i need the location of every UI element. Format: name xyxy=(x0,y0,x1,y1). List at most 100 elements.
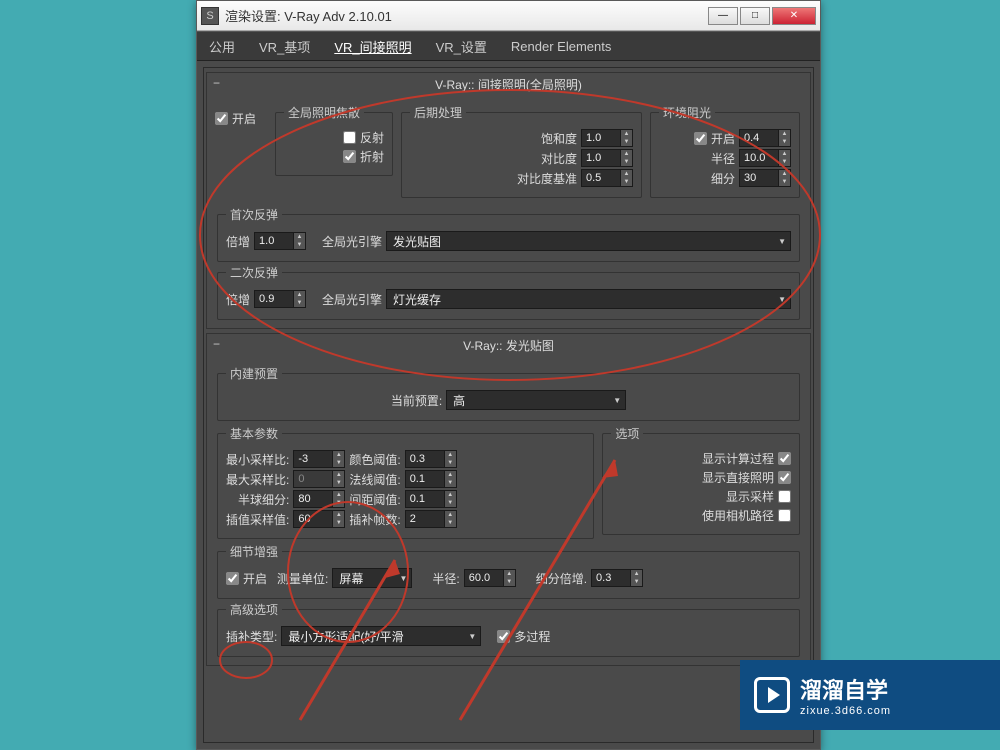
group-secondary: 二次反弹 倍增 0.9▲▼ 全局光引擎 灯光缓存 xyxy=(217,264,800,320)
caustics-reflect-checkbox[interactable] xyxy=(343,131,356,144)
caustics-refract-checkbox[interactable] xyxy=(343,150,356,163)
group-ao: 环境阻光 开启 0.4▲▼ 半径 10.0▲▼ 细分 xyxy=(650,104,800,198)
nrm-label: 法线阈值: xyxy=(349,471,400,488)
hsph-spinner[interactable]: 80▲▼ xyxy=(293,490,345,508)
detail-on-checkbox[interactable] xyxy=(226,572,239,585)
minimize-button[interactable]: — xyxy=(708,7,738,25)
primary-engine-dropdown[interactable]: 发光贴图 xyxy=(386,231,791,251)
clr-spinner[interactable]: 0.3▲▼ xyxy=(405,450,457,468)
ao-subdiv-row: 细分 30▲▼ xyxy=(659,169,791,187)
post-sat-value[interactable]: 1.0 xyxy=(581,129,621,147)
titlebar: S 渲染设置: V-Ray Adv 2.10.01 — □ ✕ xyxy=(197,1,820,31)
gi-enable-checkbox[interactable] xyxy=(215,112,228,125)
post-contrast-spinner[interactable]: 1.0▲▼ xyxy=(581,149,633,167)
nrm-value[interactable]: 0.1 xyxy=(405,470,445,488)
primary-engine-label: 全局光引擎 xyxy=(322,233,382,250)
group-options: 选项 显示计算过程 显示直接照明 显示采样 使用相机路径 xyxy=(602,425,800,535)
show-direct-checkbox[interactable] xyxy=(778,471,791,484)
scroll-area[interactable]: V-Ray:: 间接照明(全局照明) 开启 全局照明焦散 xyxy=(203,67,814,743)
tab-renderelem[interactable]: Render Elements xyxy=(507,35,615,58)
frames-value[interactable]: 2 xyxy=(405,510,445,528)
caustics-refract-row[interactable]: 折射 xyxy=(284,148,384,165)
group-caustics-legend: 全局照明焦散 xyxy=(284,104,364,121)
preset-dropdown[interactable]: 高 xyxy=(446,390,626,410)
ao-on-checkbox[interactable] xyxy=(694,132,707,145)
play-icon xyxy=(754,677,790,713)
detail-unit-dropdown[interactable]: 屏幕 xyxy=(332,568,412,588)
detail-subdiv-value[interactable]: 0.3 xyxy=(591,569,631,587)
interp-spinner[interactable]: 60▲▼ xyxy=(293,510,345,528)
tab-vrindirect[interactable]: VR_间接照明 xyxy=(330,33,415,60)
use-camera-checkbox[interactable] xyxy=(778,509,791,522)
rollout-irrmap-header[interactable]: V-Ray:: 发光贴图 xyxy=(207,334,810,357)
group-secondary-legend: 二次反弹 xyxy=(226,264,282,281)
close-button[interactable]: ✕ xyxy=(772,7,816,25)
detail-radius-spinner[interactable]: 60.0▲▼ xyxy=(464,569,516,587)
maximize-button[interactable]: □ xyxy=(740,7,770,25)
ao-subdiv-spinner[interactable]: 30▲▼ xyxy=(739,169,791,187)
detail-subdiv-spinner[interactable]: 0.3▲▼ xyxy=(591,569,643,587)
ao-on-spinner[interactable]: 0.4▲▼ xyxy=(739,129,791,147)
show-samples-checkbox[interactable] xyxy=(778,490,791,503)
irrmap-params-row: 基本参数 最小采样比:-3▲▼ 最大采样比:0▲▼ 半球细分:80▲▼ 插值采样… xyxy=(215,423,802,541)
ao-on-text: 开启 xyxy=(711,130,735,147)
frames-label: 插补帧数: xyxy=(349,511,400,528)
rollout-gi-body: 开启 全局照明焦散 反射 折射 xyxy=(207,96,810,328)
caustics-reflect-row[interactable]: 反射 xyxy=(284,129,384,146)
minrate-spinner[interactable]: -3▲▼ xyxy=(293,450,345,468)
maxrate-value[interactable]: 0 xyxy=(293,470,333,488)
post-sat-spinner[interactable]: 1.0▲▼ xyxy=(581,129,633,147)
group-detail: 细节增强 开启 测量单位: 屏幕 半径: 60.0▲▼ 细分倍增. 0.3▲▼ xyxy=(217,543,800,599)
basic-cols: 最小采样比:-3▲▼ 最大采样比:0▲▼ 半球细分:80▲▼ 插值采样值:60▲… xyxy=(226,448,585,530)
group-primary: 首次反弹 倍增 1.0▲▼ 全局光引擎 发光贴图 xyxy=(217,206,800,262)
interp-value[interactable]: 60 xyxy=(293,510,333,528)
post-base-spinner[interactable]: 0.5▲▼ xyxy=(581,169,633,187)
show-samples-label: 显示采样 xyxy=(726,488,774,505)
primary-row: 倍增 1.0▲▼ 全局光引擎 发光贴图 xyxy=(226,231,791,251)
group-options-legend: 选项 xyxy=(611,425,643,442)
ao-radius-value[interactable]: 10.0 xyxy=(739,149,779,167)
post-base-label: 对比度基准 xyxy=(517,170,577,187)
ao-radius-spinner[interactable]: 10.0▲▼ xyxy=(739,149,791,167)
detail-row: 开启 测量单位: 屏幕 半径: 60.0▲▼ 细分倍增. 0.3▲▼ xyxy=(226,568,791,588)
group-caustics: 全局照明焦散 反射 折射 xyxy=(275,104,393,176)
clr-label: 颜色阈值: xyxy=(349,451,400,468)
secondary-engine-dropdown[interactable]: 灯光缓存 xyxy=(386,289,791,309)
post-base-value[interactable]: 0.5 xyxy=(581,169,621,187)
show-calc-label: 显示计算过程 xyxy=(702,450,774,467)
watermark-sub: zixue.3d66.com xyxy=(800,705,891,717)
clr-value[interactable]: 0.3 xyxy=(405,450,445,468)
multipass-checkbox[interactable] xyxy=(497,630,510,643)
detail-radius-value[interactable]: 60.0 xyxy=(464,569,504,587)
primary-mult-label: 倍增 xyxy=(226,233,250,250)
ao-subdiv-value[interactable]: 30 xyxy=(739,169,779,187)
tab-vrbase[interactable]: VR_基项 xyxy=(255,33,314,60)
dist-spinner[interactable]: 0.1▲▼ xyxy=(405,490,457,508)
ao-radius-row: 半径 10.0▲▼ xyxy=(659,149,791,167)
advanced-type-dropdown[interactable]: 最小方形适配(好/平滑 xyxy=(281,626,481,646)
render-settings-window: S 渲染设置: V-Ray Adv 2.10.01 — □ ✕ 公用 VR_基项… xyxy=(196,0,821,750)
dist-value[interactable]: 0.1 xyxy=(405,490,445,508)
tab-vrsettings[interactable]: VR_设置 xyxy=(432,33,491,60)
minrate-value[interactable]: -3 xyxy=(293,450,333,468)
hsph-value[interactable]: 80 xyxy=(293,490,333,508)
tab-common[interactable]: 公用 xyxy=(205,33,239,60)
rollout-gi-header[interactable]: V-Ray:: 间接照明(全局照明) xyxy=(207,73,810,96)
gi-enable-label[interactable]: 开启 xyxy=(215,110,269,127)
group-advanced-legend: 高级选项 xyxy=(226,601,282,618)
secondary-mult-spinner[interactable]: 0.9▲▼ xyxy=(254,290,306,308)
nrm-spinner[interactable]: 0.1▲▼ xyxy=(405,470,457,488)
frames-spinner[interactable]: 2▲▼ xyxy=(405,510,457,528)
ao-on-value[interactable]: 0.4 xyxy=(739,129,779,147)
primary-mult-spinner[interactable]: 1.0▲▼ xyxy=(254,232,306,250)
maxrate-label: 最大采样比: xyxy=(226,471,289,488)
show-calc-checkbox[interactable] xyxy=(778,452,791,465)
group-preset-legend: 内建预置 xyxy=(226,365,282,382)
gi-enable-text: 开启 xyxy=(232,110,256,127)
advanced-row: 插补类型: 最小方形适配(好/平滑 多过程 xyxy=(226,626,791,646)
post-contrast-label: 对比度 xyxy=(541,150,577,167)
secondary-mult-value[interactable]: 0.9 xyxy=(254,290,294,308)
post-contrast-value[interactable]: 1.0 xyxy=(581,149,621,167)
primary-mult-value[interactable]: 1.0 xyxy=(254,232,294,250)
maxrate-spinner[interactable]: 0▲▼ xyxy=(293,470,345,488)
